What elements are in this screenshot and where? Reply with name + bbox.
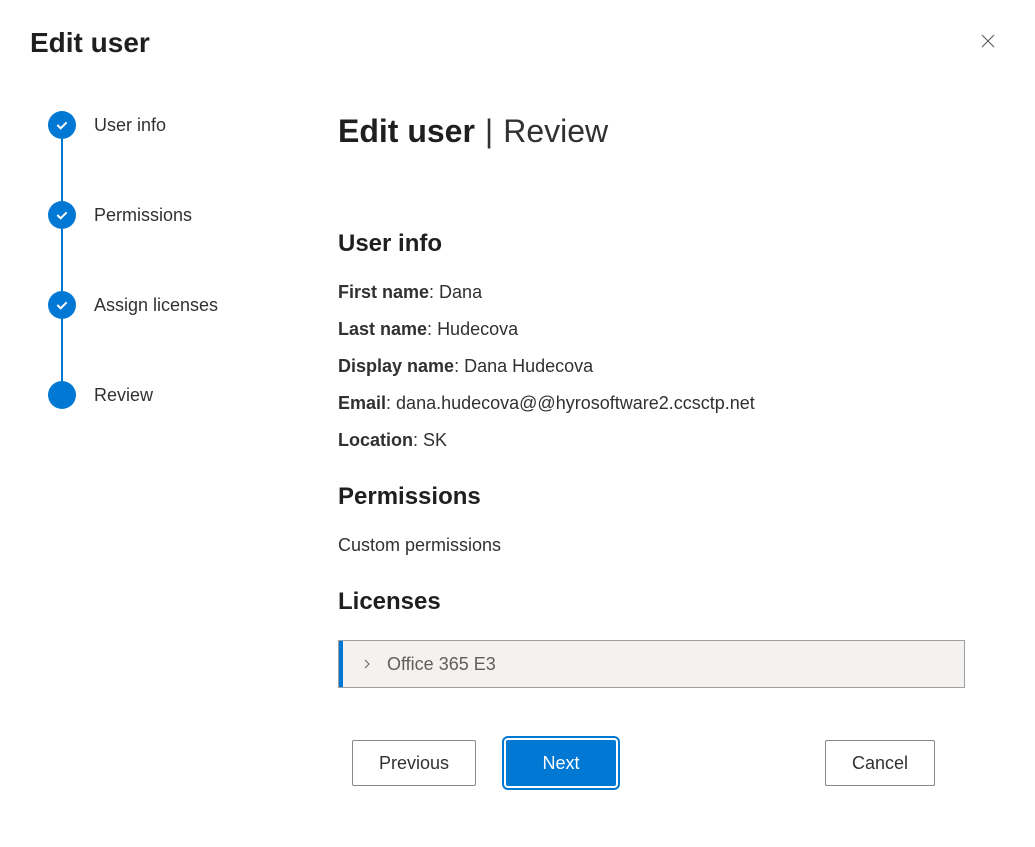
step-label: Assign licenses <box>94 295 218 316</box>
step-assign-licenses[interactable]: Assign licenses <box>48 291 258 319</box>
section-heading: User info <box>338 230 965 258</box>
field-label: Location <box>338 430 413 450</box>
step-label: User info <box>94 115 166 136</box>
field-email: Email: dana.hudecova@@hyrosoftware2.ccsc… <box>338 393 965 414</box>
section-permissions: Permissions Custom permissions <box>338 483 965 556</box>
field-value: Dana Hudecova <box>464 356 593 376</box>
step-connector <box>61 229 63 291</box>
step-connector <box>61 319 63 381</box>
checkmark-icon <box>48 291 76 319</box>
checkmark-icon <box>48 111 76 139</box>
step-permissions[interactable]: Permissions <box>48 201 258 229</box>
permissions-text: Custom permissions <box>338 535 965 556</box>
page-title-main: Edit user <box>338 113 475 150</box>
dialog-title: Edit user <box>30 27 150 59</box>
section-licenses: Licenses Office 365 E3 <box>338 588 965 688</box>
step-connector <box>61 139 63 201</box>
field-value: Hudecova <box>437 319 518 339</box>
previous-button[interactable]: Previous <box>352 740 476 786</box>
field-first-name: First name: Dana <box>338 282 965 303</box>
step-user-info[interactable]: User info <box>48 111 258 139</box>
close-icon <box>979 32 997 53</box>
field-value: SK <box>423 430 447 450</box>
current-step-icon <box>48 381 76 409</box>
license-name: Office 365 E3 <box>387 654 496 675</box>
field-location: Location: SK <box>338 430 965 451</box>
field-label: Email <box>338 393 386 413</box>
section-heading: Licenses <box>338 588 965 616</box>
wizard-stepper: User info Permissions Assign licenses <box>48 111 258 786</box>
field-label: Last name <box>338 319 427 339</box>
field-value: Dana <box>439 282 482 302</box>
license-row[interactable]: Office 365 E3 <box>338 640 965 688</box>
section-user-info: User info First name: Dana Last name: Hu… <box>338 230 965 451</box>
close-button[interactable] <box>971 24 1005 61</box>
step-label: Review <box>94 385 153 406</box>
chevron-right-icon <box>343 658 387 670</box>
field-value: dana.hudecova@@hyrosoftware2.ccsctp.net <box>396 393 755 413</box>
step-label: Permissions <box>94 205 192 226</box>
checkmark-icon <box>48 201 76 229</box>
field-label: First name <box>338 282 429 302</box>
field-display-name: Display name: Dana Hudecova <box>338 356 965 377</box>
page-title: Edit user | Review <box>338 113 965 150</box>
section-heading: Permissions <box>338 483 965 511</box>
dialog-footer: Previous Next Cancel <box>338 688 965 786</box>
step-review[interactable]: Review <box>48 381 258 409</box>
next-button[interactable]: Next <box>506 740 616 786</box>
field-label: Display name <box>338 356 454 376</box>
page-title-divider: | <box>485 113 493 150</box>
field-last-name: Last name: Hudecova <box>338 319 965 340</box>
page-title-sub: Review <box>503 113 608 150</box>
cancel-button[interactable]: Cancel <box>825 740 935 786</box>
